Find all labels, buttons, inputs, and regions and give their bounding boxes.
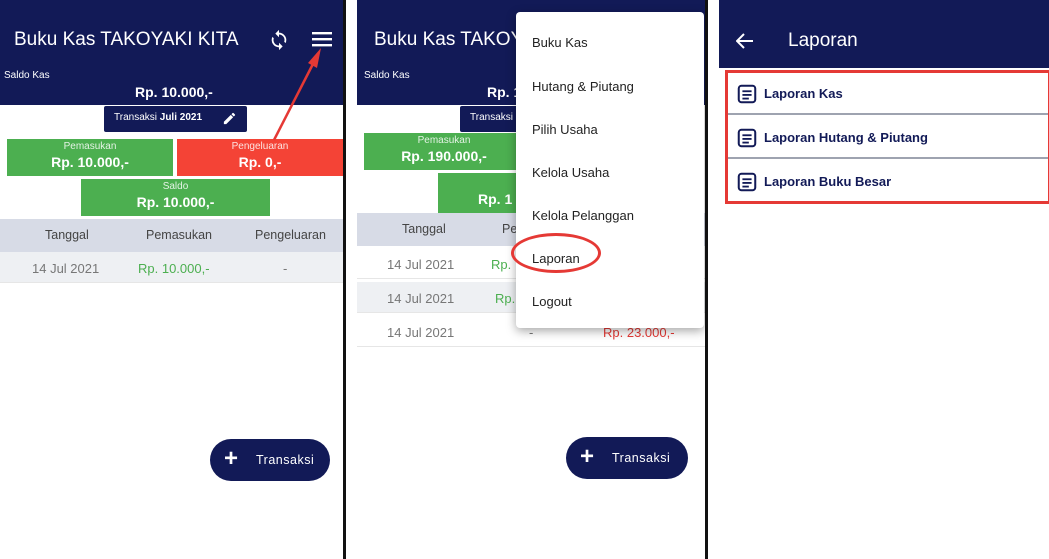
app-title: Buku Kas TAKOYAKI KITA — [14, 29, 239, 50]
transaksi-prefix: Transaksi — [114, 112, 157, 123]
pemasukan-label: Pemasukan — [63, 141, 117, 152]
report-list: Laporan Kas Laporan Hutang & Piutang Lap… — [725, 70, 1049, 204]
report-item-hutang-piutang[interactable]: Laporan Hutang & Piutang — [728, 117, 1048, 159]
screen-buku-kas-menu: Buku Kas TAKOY Saldo Kas Rp. 1 Transaksi… — [357, 0, 708, 559]
plus-icon: + — [580, 443, 595, 470]
menu-item-hutang-piutang[interactable]: Hutang & Piutang — [532, 79, 634, 94]
menu-item-logout[interactable]: Logout — [532, 294, 572, 309]
col-pemasukan: Pe — [502, 222, 518, 236]
report-label: Laporan Kas — [764, 86, 843, 101]
page-title: Laporan — [788, 30, 858, 51]
col-tanggal: Tanggal — [45, 228, 89, 242]
table-row[interactable]: 14 Jul 2021 Rp. 10.000,- - — [0, 252, 343, 283]
app-title: Buku Kas TAKOY — [374, 29, 524, 50]
saldo-kas-value: Rp. 10.000,- — [135, 84, 213, 100]
pemasukan-box: Pemasukan Rp. 190.000,- — [364, 133, 524, 170]
saldo-box: Rp. 1 — [438, 173, 528, 213]
row-pemasukan: Rp. 10.000,- — [138, 261, 210, 276]
report-label: Laporan Hutang & Piutang — [764, 130, 928, 145]
saldo-label: Saldo — [162, 181, 189, 192]
back-arrow-icon[interactable] — [736, 33, 754, 49]
fab-label: Transaksi — [612, 451, 671, 465]
app-bar: Buku Kas TAKOYAKI KITA — [0, 0, 343, 68]
saldo-kas-label: Saldo Kas — [4, 70, 50, 81]
menu-item-kelola-usaha[interactable]: Kelola Usaha — [532, 165, 609, 180]
screen-laporan: Laporan Laporan Kas Laporan Hutang & Piu… — [719, 0, 1049, 559]
pengeluaran-label: Pengeluaran — [231, 141, 289, 152]
refresh-icon[interactable] — [268, 29, 290, 51]
pemasukan-value: Rp. 10.000,- — [51, 154, 129, 170]
saldo-kas-label: Saldo Kas — [364, 70, 410, 81]
add-transaksi-button[interactable]: + Transaksi — [210, 439, 330, 481]
document-icon — [737, 172, 757, 192]
pencil-icon — [223, 112, 236, 125]
highlight-ring — [511, 233, 601, 273]
saldo-box: Saldo Rp. 10.000,- — [81, 179, 270, 216]
pengeluaran-value: Rp. 0,- — [238, 154, 282, 170]
document-icon — [737, 84, 757, 104]
row-tanggal: 14 Jul 2021 — [387, 325, 455, 340]
row-tanggal: 14 Jul 2021 — [387, 291, 455, 306]
pemasukan-label: Pemasukan — [417, 135, 471, 146]
document-icon — [737, 128, 757, 148]
report-label: Laporan Buku Besar — [764, 174, 892, 189]
row-pemasukan: Rp. — [495, 291, 516, 306]
menu-item-kelola-pelanggan[interactable]: Kelola Pelanggan — [532, 208, 634, 223]
add-transaksi-button[interactable]: + Transaksi — [566, 437, 688, 479]
row-pengeluaran: - — [283, 261, 288, 276]
row-pemasukan: Rp. — [491, 257, 512, 272]
plus-icon: + — [224, 445, 239, 472]
pemasukan-value: Rp. 190.000,- — [401, 148, 487, 164]
transaksi-prefix: Transaksi — [470, 112, 513, 123]
screen-buku-kas: Buku Kas TAKOYAKI KITA Saldo Kas Rp. 10.… — [0, 0, 346, 559]
col-pengeluaran: Pengeluaran — [255, 228, 326, 242]
overflow-menu: Buku Kas Hutang & Piutang Pilih Usaha Ke… — [516, 12, 704, 328]
menu-item-buku-kas[interactable]: Buku Kas — [532, 35, 588, 50]
pengeluaran-box: Pengeluaran Rp. 0,- — [177, 139, 343, 176]
transaksi-month: Juli 2021 — [159, 112, 203, 123]
menu-item-pilih-usaha[interactable]: Pilih Usaha — [532, 122, 598, 137]
col-pemasukan: Pemasukan — [146, 228, 213, 242]
row-tanggal: 14 Jul 2021 — [32, 261, 100, 276]
fab-label: Transaksi — [256, 453, 315, 467]
saldo-kas-strip: Saldo Kas Rp. 10.000,- — [0, 68, 343, 105]
report-item-buku-besar[interactable]: Laporan Buku Besar — [728, 161, 1048, 203]
col-tanggal: Tanggal — [402, 222, 446, 236]
report-item-kas[interactable]: Laporan Kas — [728, 73, 1048, 115]
app-bar: Laporan — [719, 0, 1049, 68]
pemasukan-box: Pemasukan Rp. 10.000,- — [7, 139, 173, 176]
menu-icon[interactable] — [312, 30, 332, 48]
row-tanggal: 14 Jul 2021 — [387, 257, 455, 272]
saldo-value: Rp. 10.000,- — [136, 194, 215, 210]
transaksi-period-button[interactable]: Transaksi Juli 2021 — [104, 106, 247, 132]
table-header: Tanggal Pemasukan Pengeluaran — [0, 219, 343, 252]
